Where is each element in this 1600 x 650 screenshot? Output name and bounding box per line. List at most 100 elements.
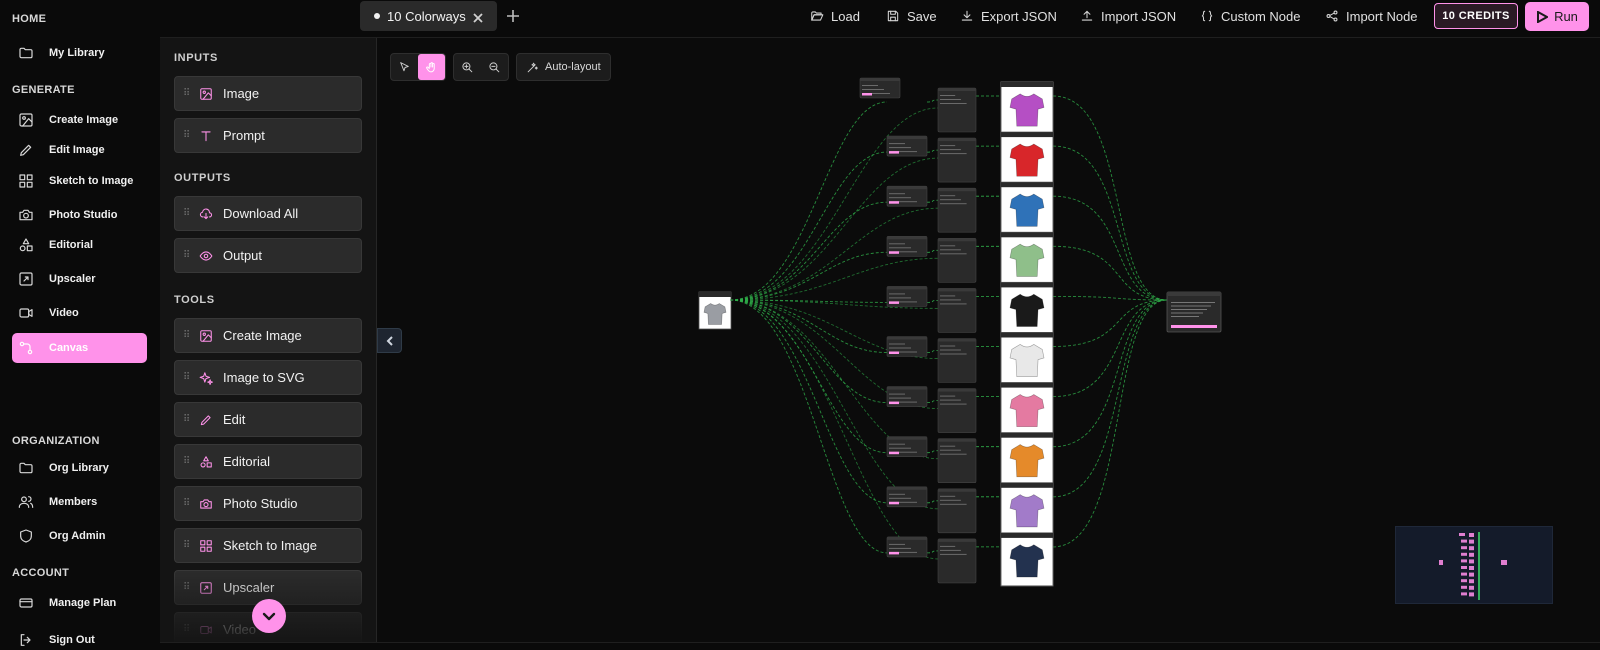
load-button[interactable]: Load (810, 7, 860, 25)
run-button[interactable]: Run (1525, 2, 1589, 31)
drag-handle-icon[interactable]: ⠿ (183, 540, 197, 551)
edge-source-to-prompt (729, 299, 888, 504)
prompt-node-line (889, 547, 911, 549)
drag-handle-icon[interactable]: ⠿ (183, 414, 197, 425)
nav-item-label: Sign Out (49, 634, 95, 646)
palette-item-image-to-svg[interactable]: ⠿ Image to SVG (174, 360, 362, 395)
nav-item-manage-plan[interactable]: Manage Plan (12, 588, 147, 618)
nav-item-label: Photo Studio (49, 209, 118, 221)
node-palette: INPUTS ⠿ Image ⠿ Prompt OUTPUTS ⠿ Downlo… (160, 38, 377, 642)
edge-source-to-prompt (729, 299, 888, 554)
load-label: Load (831, 8, 860, 24)
edit-node-line (940, 545, 956, 547)
upscale-icon (18, 270, 40, 288)
prompt-node-line (889, 443, 905, 445)
app-root: HOME My Library GENERATE Create Image Ed… (0, 0, 1600, 650)
palette-item-prompt[interactable]: ⠿ Prompt (174, 118, 362, 153)
palette-item-edit[interactable]: ⠿ Edit (174, 402, 362, 437)
upload-icon (1081, 10, 1093, 21)
edit-node-line (940, 303, 967, 305)
nav-item-video[interactable]: Video (12, 298, 147, 328)
nav-item-members[interactable]: Members (12, 487, 147, 517)
import-node-button[interactable]: Import Node (1325, 7, 1418, 25)
drag-handle-icon[interactable]: ⠿ (183, 624, 197, 635)
import-json-button[interactable]: Import JSON (1080, 7, 1176, 25)
download-all-node-button (1171, 325, 1217, 328)
credits-badge[interactable]: 10 CREDITS (1434, 3, 1518, 29)
add-tab-icon[interactable] (506, 9, 520, 23)
palette-item-label: Image (223, 86, 260, 101)
edit-node-line (940, 499, 961, 501)
minimap[interactable] (1395, 526, 1553, 604)
prompt-node-header (887, 186, 927, 190)
palette-item-photo-studio[interactable]: ⠿ Photo Studio (174, 486, 362, 521)
minimap-edit-node (1469, 572, 1474, 577)
drag-handle-icon[interactable]: ⠿ (183, 208, 197, 219)
edge-prompt-to-edit (926, 400, 939, 403)
close-icon[interactable] (473, 11, 483, 23)
collapse-palette-button[interactable] (377, 328, 402, 353)
prompt-node-tag (889, 151, 899, 154)
drag-handle-icon[interactable]: ⠿ (183, 498, 197, 509)
edit-node-line (940, 245, 956, 247)
edge-source-to-prompt (729, 101, 888, 301)
edit-node (937, 488, 977, 534)
palette-item-label: Photo Studio (223, 496, 298, 511)
workflow-canvas[interactable]: Auto-layout (377, 38, 1600, 642)
edit-node (937, 187, 977, 233)
minimap-edit-node (1469, 546, 1474, 551)
palette-item-editorial[interactable]: ⠿ Editorial (174, 444, 362, 479)
nav-item-edit-image[interactable]: Edit Image (12, 135, 147, 165)
custom-node-button[interactable]: Custom Node (1200, 7, 1300, 25)
drag-handle-icon[interactable]: ⠿ (183, 582, 197, 593)
nav-item-org-admin[interactable]: Org Admin (12, 521, 147, 551)
prompt-node-line (889, 343, 905, 345)
edit-node (937, 538, 977, 584)
minimap-prompt-node (1461, 592, 1467, 596)
edge-prompt-to-edit (926, 149, 939, 153)
palette-item-download-all[interactable]: ⠿ Download All (174, 196, 362, 231)
export-json-button[interactable]: Export JSON (960, 7, 1057, 25)
scroll-down-button[interactable] (252, 599, 286, 633)
minimap-prompt-node (1461, 572, 1467, 576)
nav-item-sketch-to-image[interactable]: Sketch to Image (12, 166, 147, 196)
prompt-node-header (887, 236, 927, 240)
prompt-node-tag (889, 201, 899, 204)
sparkles-icon (199, 370, 215, 386)
edge-prompt-to-edit (926, 249, 939, 253)
nav-item-editorial[interactable]: Editorial (12, 230, 147, 260)
nav-item-my-library[interactable]: My Library (12, 38, 147, 68)
edit-node-line (940, 295, 956, 297)
nav-item-sign-out[interactable]: Sign Out (12, 625, 147, 650)
palette-item-label: Upscaler (223, 580, 275, 595)
palette-item-output[interactable]: ⠿ Output (174, 238, 362, 273)
prompt-node-line (889, 247, 911, 249)
drag-handle-icon[interactable]: ⠿ (183, 372, 197, 383)
download-all-node-line (1171, 305, 1211, 307)
drag-handle-icon[interactable]: ⠿ (183, 130, 197, 141)
palette-item-image[interactable]: ⠿ Image (174, 76, 362, 111)
minimap-edit-node (1469, 585, 1474, 590)
edge-image-to-output (1052, 145, 1168, 301)
edit-node-header (938, 138, 976, 142)
palette-item-create-image[interactable]: ⠿ Create Image (174, 318, 362, 353)
nav-item-label: Upscaler (49, 273, 96, 285)
nav-item-org-library[interactable]: Org Library (12, 453, 147, 483)
tab-10-colorways[interactable]: 10 Colorways (360, 1, 497, 31)
nav-item-create-image[interactable]: Create Image (12, 105, 147, 135)
edit-node (937, 338, 977, 383)
drag-handle-icon[interactable]: ⠿ (183, 330, 197, 341)
run-label: Run (1554, 9, 1578, 24)
minimap-image-column (1478, 532, 1480, 600)
edge-prompt-to-edit (926, 450, 939, 454)
nav-item-photo-studio[interactable]: Photo Studio (12, 200, 147, 230)
nav-item-canvas[interactable]: Canvas (12, 333, 147, 363)
drag-handle-icon[interactable]: ⠿ (183, 456, 197, 467)
prompt-node-tag (889, 301, 899, 304)
nav-item-upscaler[interactable]: Upscaler (12, 264, 147, 294)
save-button[interactable]: Save (886, 7, 937, 25)
drag-handle-icon[interactable]: ⠿ (183, 88, 197, 99)
palette-item-sketch-to-image[interactable]: ⠿ Sketch to Image (174, 528, 362, 563)
edit-node-line (940, 203, 967, 205)
drag-handle-icon[interactable]: ⠿ (183, 250, 197, 261)
